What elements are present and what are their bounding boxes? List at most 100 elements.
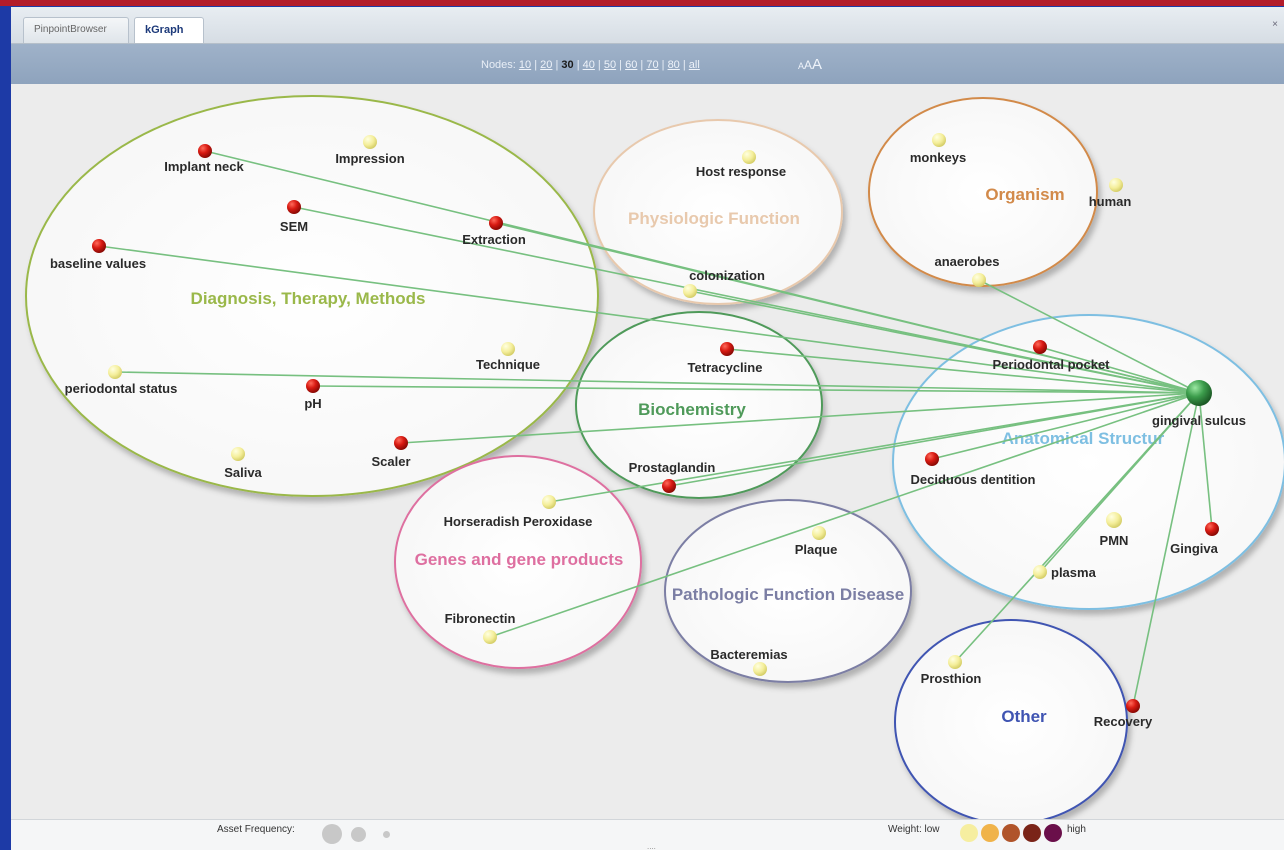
nodes-option-10[interactable]: 10: [519, 59, 531, 71]
node-gingival_sulcus-dot[interactable]: [1186, 380, 1212, 406]
node-baseline-label: baseline values: [50, 256, 146, 271]
node-colonization-dot[interactable]: [683, 284, 697, 298]
node-gingiva-label: Gingiva: [1170, 541, 1218, 556]
weight-level-4-dot: [1023, 824, 1041, 842]
node-technique-label: Technique: [476, 357, 540, 372]
node-bacteremias-dot[interactable]: [753, 662, 767, 676]
node-plasma-label: plasma: [1051, 565, 1097, 580]
cluster-other-label: Other: [1001, 707, 1047, 726]
font-size-selector: AAA: [798, 56, 822, 73]
node-prostaglandin-dot[interactable]: [662, 479, 676, 493]
resize-grip-icon[interactable]: ....: [647, 843, 661, 850]
node-impression-dot[interactable]: [363, 135, 377, 149]
asset-frequency-large-dot: [322, 824, 342, 844]
cluster-org-label: Organism: [985, 185, 1064, 204]
nodes-option-30-selected[interactable]: 30: [561, 59, 573, 71]
cluster-genes[interactable]: Genes and gene products: [394, 455, 642, 669]
node-saliva-dot[interactable]: [231, 447, 245, 461]
cluster-anat-label: Anatomical Structur: [1002, 429, 1165, 448]
node-scaler-label: Scaler: [371, 454, 410, 469]
node-horseradish-label: Horseradish Peroxidase: [444, 514, 593, 529]
tab-label: PinpointBrowser: [34, 24, 107, 35]
node-gingival_sulcus-label: gingival sulcus: [1152, 413, 1246, 428]
cluster-phys-label: Physiologic Function: [628, 209, 800, 228]
node-deciduous-dot[interactable]: [925, 452, 939, 466]
node-pmn-label: PMN: [1100, 533, 1129, 548]
nodes-option-all[interactable]: all: [689, 59, 700, 71]
node-monkeys-label: monkeys: [910, 150, 966, 165]
tab-kgraph[interactable]: kGraph: [134, 17, 204, 43]
asset-frequency-medium-dot: [351, 827, 366, 842]
nodes-option-80[interactable]: 80: [668, 59, 680, 71]
node-plasma-dot[interactable]: [1033, 565, 1047, 579]
node-extraction-label: Extraction: [462, 232, 526, 247]
node-ph-label: pH: [304, 396, 321, 411]
node-baseline-dot[interactable]: [92, 239, 106, 253]
weight-level-3-dot: [1002, 824, 1020, 842]
node-prosthion-label: Prosthion: [921, 671, 982, 686]
node-extraction-dot[interactable]: [489, 216, 503, 230]
node-plaque-dot[interactable]: [812, 526, 826, 540]
tab-bar: PinpointBrowser kGraph ×: [11, 7, 1284, 44]
node-prosthion-dot[interactable]: [948, 655, 962, 669]
node-periodontal_status-dot[interactable]: [108, 365, 122, 379]
nodes-option-70[interactable]: 70: [646, 59, 658, 71]
nodes-option-50[interactable]: 50: [604, 59, 616, 71]
nodes-option-60[interactable]: 60: [625, 59, 637, 71]
weight-low-label: Weight: low: [888, 824, 940, 835]
node-recovery-dot[interactable]: [1126, 699, 1140, 713]
close-icon[interactable]: ×: [1272, 19, 1278, 30]
window-top-border: [0, 0, 1284, 6]
knowledge-graph: Diagnosis, Therapy, Methods Physiologic F…: [25, 95, 1284, 825]
cluster-other[interactable]: Other: [894, 619, 1128, 825]
font-size-large[interactable]: A: [812, 56, 822, 73]
node-anaerobes-dot[interactable]: [972, 273, 986, 287]
node-fibronectin-dot[interactable]: [483, 630, 497, 644]
weight-level-2-dot: [981, 824, 999, 842]
font-size-medium[interactable]: A: [804, 58, 812, 72]
node-horseradish-dot[interactable]: [542, 495, 556, 509]
tab-pinpointbrowser[interactable]: PinpointBrowser: [23, 17, 129, 43]
node-implant_neck-label: Implant neck: [164, 159, 244, 174]
node-implant_neck-dot[interactable]: [198, 144, 212, 158]
node-colonization-label: colonization: [689, 268, 765, 283]
cluster-path-label: Pathologic Function Disease: [672, 585, 904, 604]
nodes-option-20[interactable]: 20: [540, 59, 552, 71]
node-technique-dot[interactable]: [501, 342, 515, 356]
node-periodontal_pocket-label: Periodontal pocket: [992, 357, 1110, 372]
node-tetracycline-label: Tetracycline: [688, 360, 763, 375]
node-anaerobes-label: anaerobes: [934, 254, 999, 269]
node-plasma[interactable]: plasma: [1033, 565, 1097, 580]
nodes-selector: Nodes: 10 | 20 | 30 | 40 | 50 | 60 | 70 …: [481, 59, 700, 71]
cluster-diag-label: Diagnosis, Therapy, Methods: [191, 289, 426, 308]
node-plaque-label: Plaque: [795, 542, 838, 557]
weight-level-1-dot: [960, 824, 978, 842]
node-gingiva-dot[interactable]: [1205, 522, 1219, 536]
asset-frequency-label: Asset Frequency:: [217, 824, 295, 835]
nodes-option-40[interactable]: 40: [583, 59, 595, 71]
node-periodontal_pocket-dot[interactable]: [1033, 340, 1047, 354]
cluster-path[interactable]: Pathologic Function Disease: [664, 499, 912, 683]
node-recovery-label: Recovery: [1094, 714, 1153, 729]
node-host_response-dot[interactable]: [742, 150, 756, 164]
node-sem-dot[interactable]: [287, 200, 301, 214]
kgraph-window: PinpointBrowser kGraph × Nodes: 10 | 20 …: [11, 7, 1284, 850]
node-ph-dot[interactable]: [306, 379, 320, 393]
cluster-genes-label: Genes and gene products: [415, 550, 624, 569]
weight-high-label: high: [1067, 824, 1086, 835]
node-human-label: human: [1089, 194, 1132, 209]
node-tetracycline-dot[interactable]: [720, 342, 734, 356]
node-bacteremias-label: Bacteremias: [710, 647, 787, 662]
node-impression-label: Impression: [335, 151, 404, 166]
node-human-dot[interactable]: [1109, 178, 1123, 192]
node-pmn-dot[interactable]: [1106, 512, 1122, 528]
node-deciduous-label: Deciduous dentition: [911, 472, 1036, 487]
node-fibronectin-label: Fibronectin: [445, 611, 516, 626]
tab-label: kGraph: [145, 24, 184, 36]
node-monkeys-dot[interactable]: [932, 133, 946, 147]
nodes-label: Nodes:: [481, 59, 516, 71]
weight-level-5-dot: [1044, 824, 1062, 842]
cluster-bio-label: Biochemistry: [638, 400, 746, 419]
node-sem-label: SEM: [280, 219, 308, 234]
node-scaler-dot[interactable]: [394, 436, 408, 450]
